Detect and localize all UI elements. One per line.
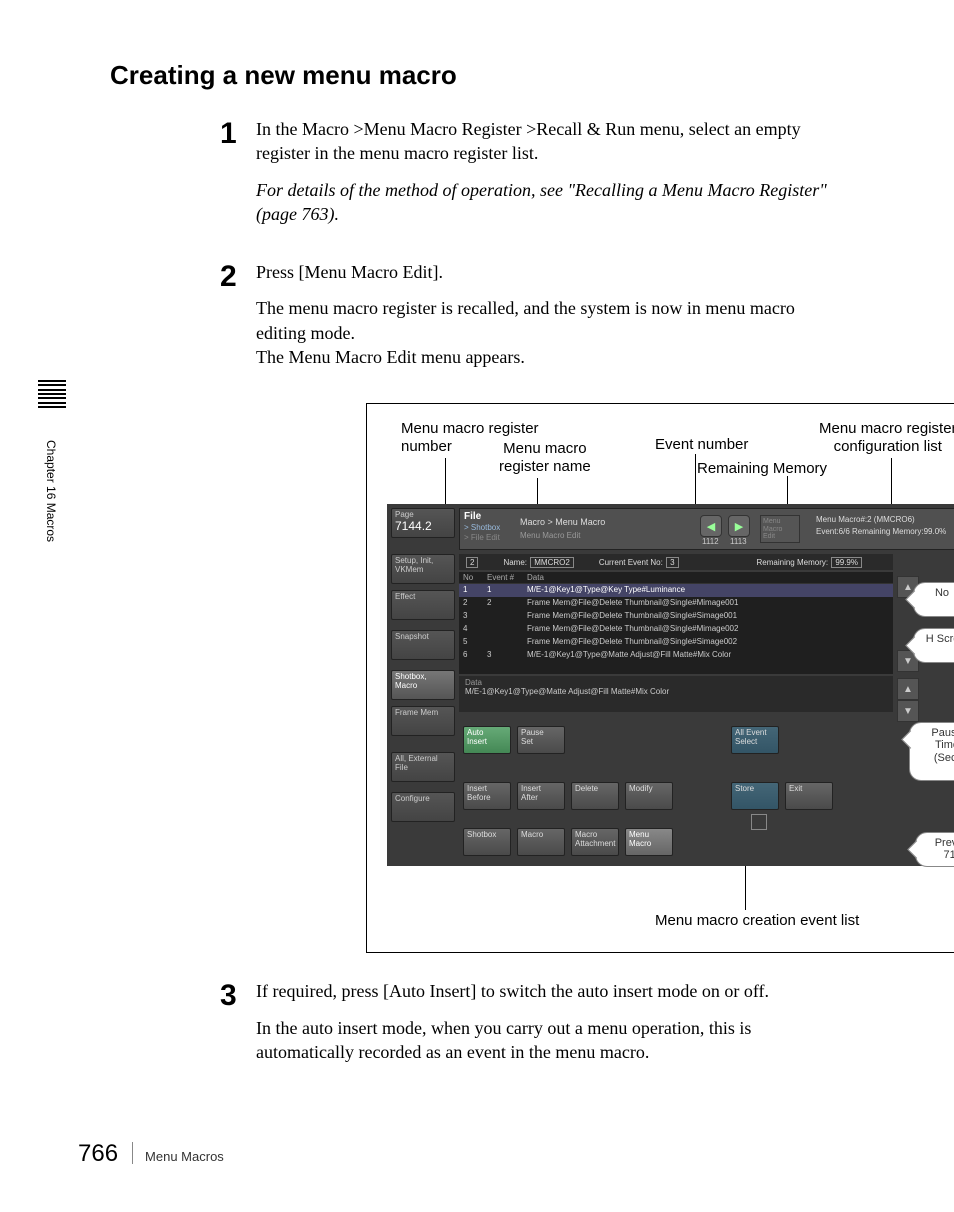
nav-next-icon[interactable]: ▶ — [728, 515, 750, 537]
tab-macro-attachment[interactable]: MacroAttachment — [571, 828, 619, 856]
tab-menu-macro[interactable]: Menu Macro — [625, 828, 673, 856]
data-bar-value: M/E-1@Key1@Type@Matte Adjust@Fill Matte#… — [465, 687, 887, 696]
page-indicator: Page 7144.2 — [391, 508, 455, 538]
label-register-name: Menu macroregister name — [499, 440, 591, 476]
status-current-event: 3 — [666, 557, 678, 568]
sidebar-effect[interactable]: Effect — [391, 590, 455, 620]
step-2-number: 2 — [220, 260, 256, 381]
bubble-prev: Prev 7141 — [915, 832, 954, 866]
step-2-text-1: Press [Menu Macro Edit]. — [256, 260, 844, 284]
step-1-text-1: In the Macro >Menu Macro Register >Recal… — [256, 117, 844, 166]
menu-macro-edit-button[interactable]: MenuMacroEdit — [760, 515, 800, 543]
event-row[interactable]: 63M/E-1@Key1@Type@Matte Adjust@Fill Matt… — [459, 649, 893, 662]
event-row[interactable]: 4Frame Mem@File@Delete Thumbnail@Single#… — [459, 623, 893, 636]
event-list[interactable]: No Event # Data 11M/E-1@Key1@Type@Key Ty… — [459, 572, 893, 674]
keypad-icon[interactable] — [751, 814, 767, 830]
step-1-number: 1 — [220, 117, 256, 238]
event-row[interactable]: 5Frame Mem@File@Delete Thumbnail@Single#… — [459, 636, 893, 649]
step-2-text-3: The Menu Macro Edit menu appears. — [256, 345, 844, 369]
step-1-text-2: For details of the method of operation, … — [256, 178, 844, 227]
status-name: MMCRO2 — [530, 557, 574, 568]
figure-menu-macro-edit: Menu macro registernumber Menu macroregi… — [366, 403, 954, 953]
step-3-number: 3 — [220, 979, 256, 1076]
side-tab: Chapter 16 Macros — [40, 380, 64, 590]
side-tab-text: Chapter 16 Macros — [44, 440, 58, 542]
sidebar-frame-mem[interactable]: Frame Mem — [391, 706, 455, 736]
col-event: Event # — [487, 573, 527, 582]
page-number: 766 — [78, 1140, 118, 1168]
file-edit-link[interactable]: > File Edit — [464, 533, 500, 542]
col-data: Data — [527, 573, 544, 582]
step-3-text-1: If required, press [Auto Insert] to swit… — [256, 979, 844, 1003]
event-row[interactable]: 22Frame Mem@File@Delete Thumbnail@Single… — [459, 597, 893, 610]
data-scroll-down-icon[interactable]: ▼ — [897, 700, 919, 722]
footer: 766 Menu Macros — [78, 1139, 224, 1168]
auto-insert-button[interactable]: AutoInsert — [463, 726, 511, 754]
sidebar-all-external[interactable]: All, External File — [391, 752, 455, 782]
nav-prev-icon[interactable]: ◀ — [700, 515, 722, 537]
nav-next-page: 1113 — [730, 537, 747, 546]
footer-chapter: Menu Macros — [145, 1149, 224, 1164]
status-remaining-memory: 99.9% — [831, 557, 862, 568]
bubble-hscroll: H Scroll 1 — [913, 628, 954, 662]
side-tab-bars-icon — [38, 380, 66, 408]
label-creation-list: Menu macro creation event list — [655, 912, 859, 930]
bubble-no: No 6 — [913, 582, 954, 616]
data-bar: Data M/E-1@Key1@Type@Matte Adjust@Fill M… — [459, 676, 893, 712]
step-1: 1 In the Macro >Menu Macro Register >Rec… — [220, 117, 844, 238]
col-no: No — [463, 573, 487, 582]
modify-button[interactable]: Modify — [625, 782, 673, 810]
status-register-no: 2 — [466, 557, 478, 568]
step-3: 3 If required, press [Auto Insert] to sw… — [220, 979, 844, 1076]
bubble-pause-time: Pause Time(Sec) 0.1 — [909, 722, 954, 780]
breadcrumb-2: Menu Macro Edit — [520, 531, 580, 540]
label-config-list: Menu macro registerconfiguration list — [819, 420, 954, 456]
sidebar-setup[interactable]: Setup, Init, VKMem — [391, 554, 455, 584]
pause-set-button[interactable]: PauseSet — [517, 726, 565, 754]
step-2: 2 Press [Menu Macro Edit]. The menu macr… — [220, 260, 844, 381]
step-2-text-2: The menu macro register is recalled, and… — [256, 296, 844, 345]
event-row[interactable]: 11M/E-1@Key1@Type@Key Type#Luminance — [459, 584, 893, 597]
insert-after-button[interactable]: InsertAfter — [517, 782, 565, 810]
all-event-select-button[interactable]: All EventSelect — [731, 726, 779, 754]
data-bar-label: Data — [465, 678, 887, 687]
sidebar-snapshot[interactable]: Snapshot — [391, 630, 455, 660]
info-event-memory: Event:6/6 Remaining Memory:99.0% — [816, 527, 946, 536]
label-remaining-memory: Remaining Memory — [697, 460, 827, 478]
section-heading: Creating a new menu macro — [110, 60, 844, 91]
delete-button[interactable]: Delete — [571, 782, 619, 810]
topbar: File > Shotbox > File Edit Macro > Menu … — [459, 508, 954, 550]
nav-prev-page: 1112 — [702, 537, 719, 546]
event-row[interactable]: 3Frame Mem@File@Delete Thumbnail@Single#… — [459, 610, 893, 623]
tab-macro[interactable]: Macro — [517, 828, 565, 856]
breadcrumb-1: Macro > Menu Macro — [520, 517, 605, 527]
shotbox-link[interactable]: > Shotbox — [464, 523, 500, 532]
sidebar-configure[interactable]: Configure — [391, 792, 455, 822]
file-label: File — [464, 511, 514, 522]
data-scroll-up-icon[interactable]: ▲ — [897, 678, 919, 700]
status-bar: 2 Name: MMCRO2 Current Event No: 3 Remai… — [459, 554, 893, 570]
sidebar-shotbox-macro[interactable]: Shotbox, Macro — [391, 670, 455, 700]
insert-before-button[interactable]: InsertBefore — [463, 782, 511, 810]
info-register: Menu Macro#:2 (MMCRO6) — [816, 515, 915, 524]
tab-shotbox[interactable]: Shotbox — [463, 828, 511, 856]
exit-button[interactable]: Exit — [785, 782, 833, 810]
store-button[interactable]: Store — [731, 782, 779, 810]
step-3-text-2: In the auto insert mode, when you carry … — [256, 1016, 844, 1065]
label-event-number: Event number — [655, 436, 748, 454]
ui-screenshot: Page 7144.2 Setup, Init, VKMem Effect Sn… — [387, 504, 954, 866]
